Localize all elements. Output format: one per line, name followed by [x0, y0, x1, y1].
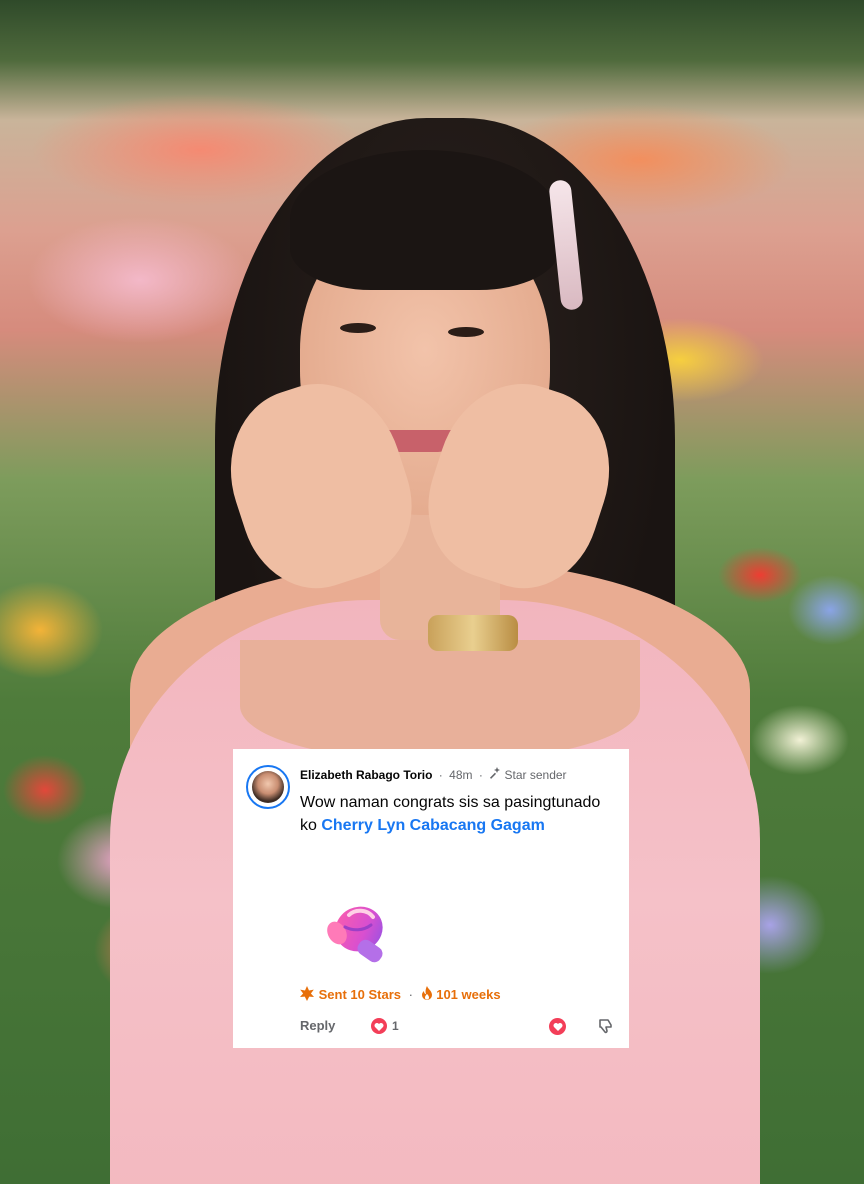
time-ago[interactable]: 48m — [449, 768, 472, 782]
wrist-watch — [428, 615, 518, 651]
star-wand-icon — [489, 767, 501, 782]
streak-text: 101 weeks — [436, 987, 501, 1002]
separator-dot: · — [408, 987, 413, 1002]
boxing-glove-sticker[interactable] — [321, 897, 395, 969]
comment-header: Elizabeth Rabago Torio · 48m · Star send… — [300, 767, 567, 782]
dislike-button[interactable] — [597, 1017, 615, 1040]
hands — [208, 363, 632, 685]
right-eye — [448, 327, 484, 337]
left-hand — [208, 363, 432, 607]
author-name[interactable]: Elizabeth Rabago Torio — [300, 768, 432, 782]
love-react-button[interactable] — [549, 1018, 566, 1036]
heart-icon — [549, 1018, 566, 1035]
reaction-summary[interactable]: 1 — [371, 1018, 399, 1034]
bangs — [290, 150, 560, 290]
thumbs-down-icon — [599, 1019, 612, 1034]
avatar[interactable] — [246, 765, 290, 809]
comment-text: Wow naman congrats sis sa pasingtunado k… — [300, 791, 620, 837]
right-hand — [408, 363, 632, 607]
star-sender-badge: Star sender — [504, 768, 567, 782]
left-eye — [340, 323, 376, 333]
stars-sent-line: Sent 10 Stars · 101 weeks — [299, 986, 501, 1002]
separator-dot: · — [438, 768, 443, 782]
heart-reaction-icon — [371, 1018, 387, 1034]
avatar-photo — [252, 771, 284, 803]
star-burst-icon — [299, 986, 319, 1002]
stars-sent-text: Sent 10 Stars — [318, 987, 401, 1002]
comment-card: Elizabeth Rabago Torio · 48m · Star send… — [233, 749, 629, 1048]
mention-link[interactable]: Cherry Lyn Cabacang Gagam — [321, 817, 544, 834]
separator-dot: · — [478, 768, 483, 782]
flame-icon — [421, 986, 437, 1002]
reaction-count: 1 — [392, 1019, 399, 1033]
reply-button[interactable]: Reply — [300, 1018, 335, 1033]
